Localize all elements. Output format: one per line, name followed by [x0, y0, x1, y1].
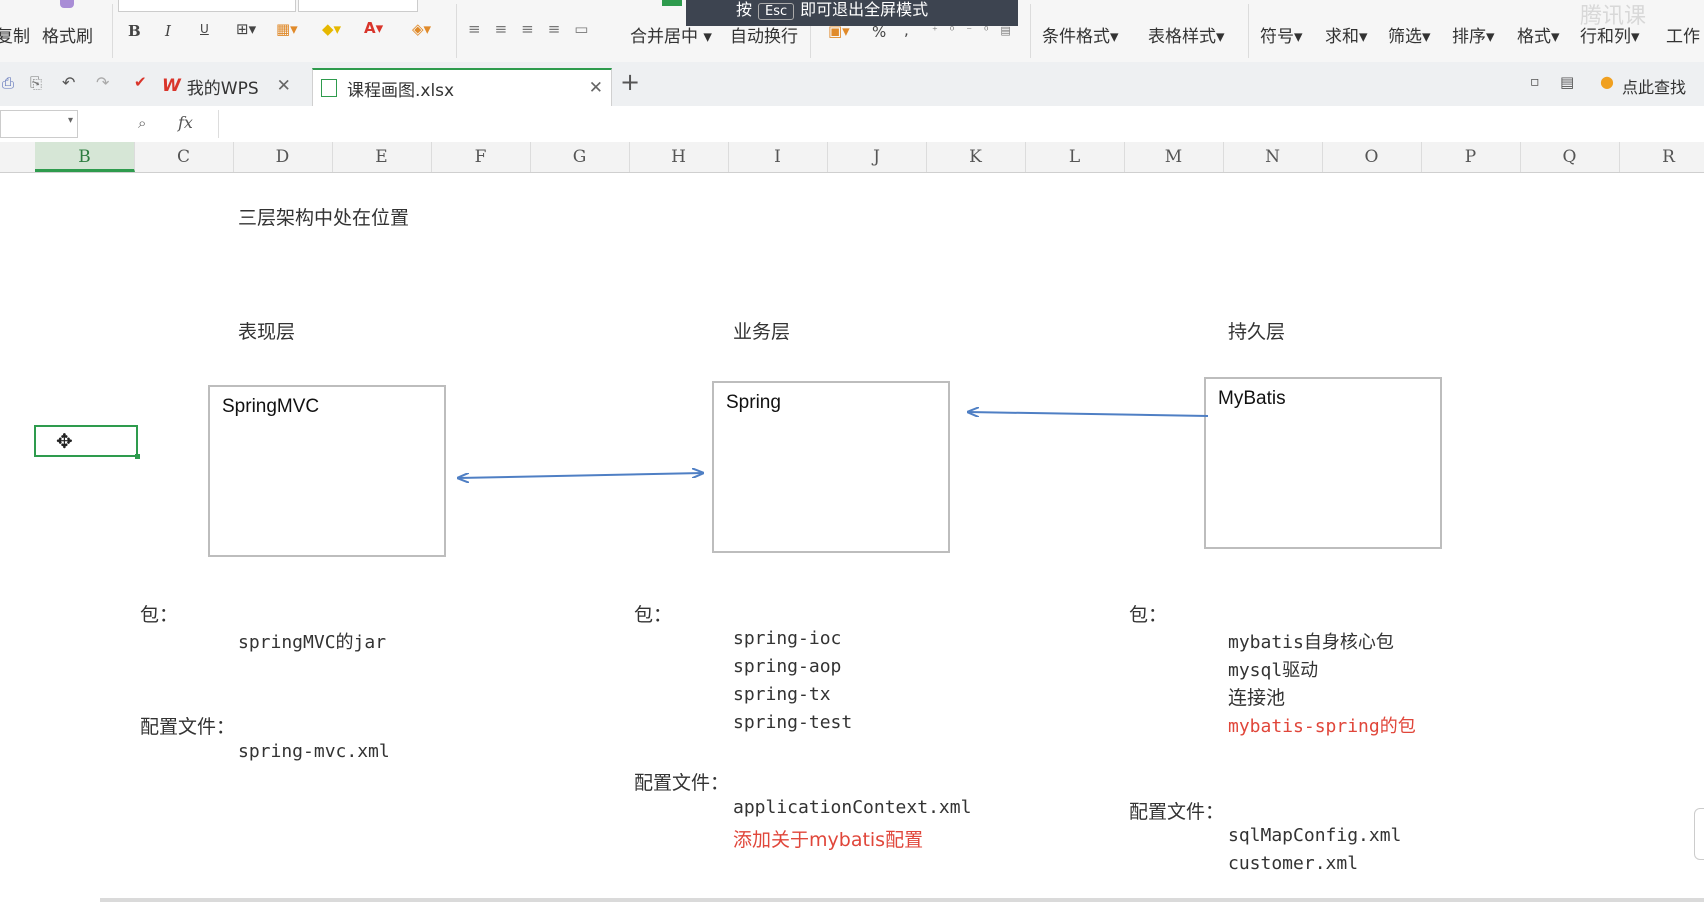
package-item[interactable]: spring-tx — [733, 684, 831, 705]
config-label[interactable]: 配置文件： — [634, 768, 729, 795]
arrows-layer — [0, 0, 1209, 902]
package-item[interactable]: mybatis自身核心包 — [1228, 628, 1394, 654]
cross-cursor-icon: ✥ — [56, 429, 73, 453]
package-item[interactable]: spring-ioc — [733, 628, 841, 649]
horizontal-scrollbar[interactable] — [100, 898, 1704, 902]
package-label[interactable]: 包： — [1129, 600, 1167, 627]
arrow-to-spring[interactable] — [968, 412, 1209, 416]
config-item[interactable]: applicationContext.xml — [733, 797, 971, 818]
fill-handle[interactable] — [135, 454, 140, 459]
package-item[interactable]: mysql驱动 — [1228, 656, 1318, 682]
config-item[interactable]: spring-mvc.xml — [238, 741, 390, 762]
config-highlight-note[interactable]: 添加关于mybatis配置 — [733, 825, 923, 852]
bidirectional-arrow[interactable] — [458, 473, 703, 478]
package-item[interactable]: springMVC的jar — [238, 628, 386, 654]
selected-cell[interactable]: ✥ — [34, 425, 140, 459]
config-item[interactable]: customer.xml — [1228, 853, 1358, 874]
package-label[interactable]: 包： — [634, 600, 672, 627]
config-label[interactable]: 配置文件： — [1129, 797, 1224, 824]
config-label[interactable]: 配置文件： — [140, 712, 235, 739]
package-label[interactable]: 包： — [140, 600, 178, 627]
package-item[interactable]: 连接池 — [1228, 683, 1285, 710]
side-panel-handle[interactable] — [1694, 808, 1704, 860]
package-item[interactable]: spring-test — [733, 712, 852, 733]
package-highlight-note[interactable]: mybatis-spring的包 — [1228, 712, 1416, 738]
package-item[interactable]: spring-aop — [733, 656, 841, 677]
config-item[interactable]: sqlMapConfig.xml — [1228, 825, 1401, 846]
